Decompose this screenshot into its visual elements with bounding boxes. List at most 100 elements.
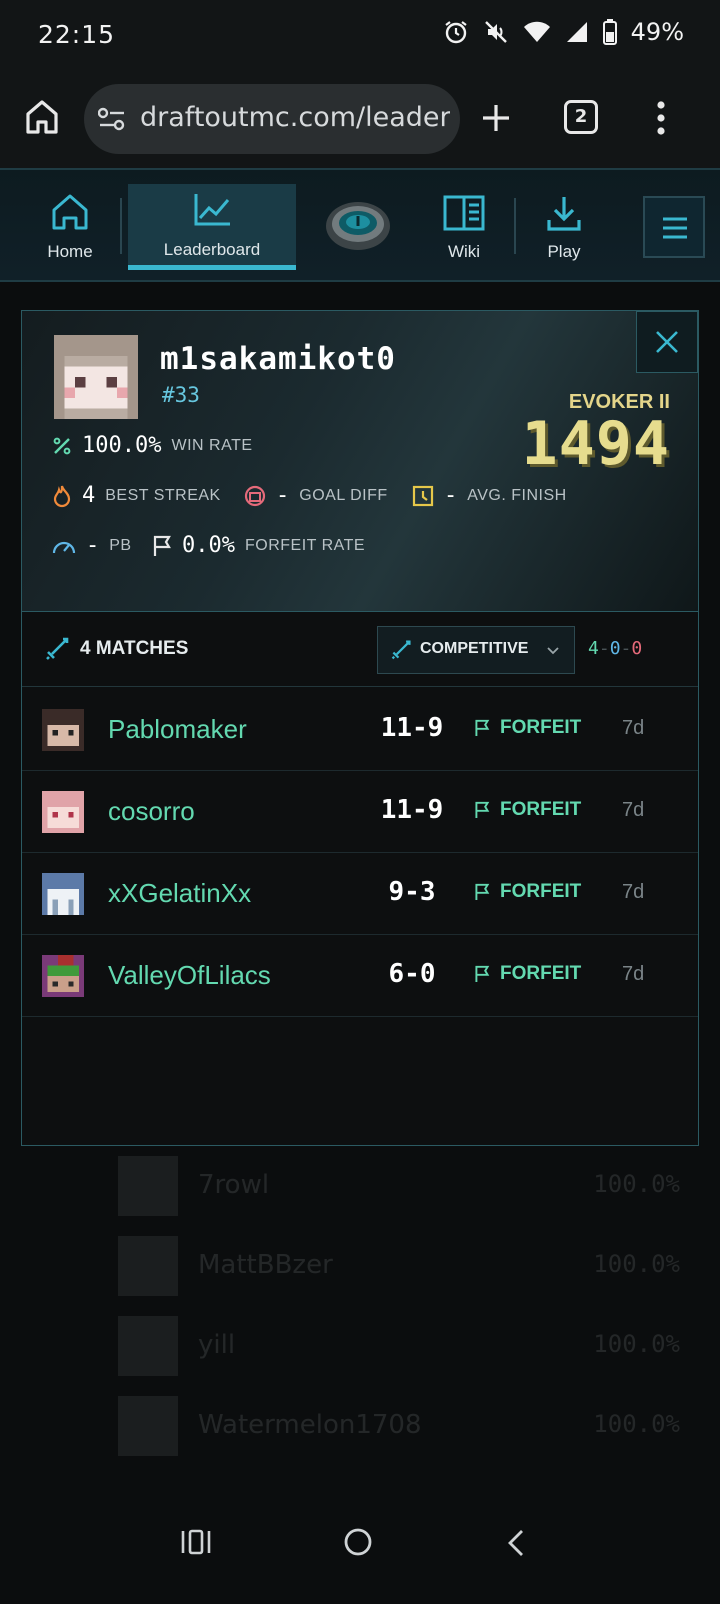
flame-icon <box>53 485 71 507</box>
recent-apps-icon[interactable] <box>180 1528 212 1556</box>
close-button[interactable] <box>636 311 698 373</box>
status-time: 22:15 <box>38 20 116 49</box>
clock-icon <box>412 485 434 506</box>
avatar <box>118 1316 178 1376</box>
nav-item-wiki[interactable]: Wiki <box>424 170 504 280</box>
avatar <box>118 1396 178 1456</box>
back-icon[interactable] <box>506 1528 526 1558</box>
more-menu-icon[interactable] <box>656 100 666 136</box>
opponent-name[interactable]: xXGelatinXx <box>108 878 251 909</box>
url-text[interactable]: draftoutmc.com/leaderb <box>140 102 450 133</box>
nav-separator <box>514 198 516 254</box>
flag-icon <box>475 801 490 818</box>
battery-percent: 49% <box>630 18 684 46</box>
goal-icon <box>244 485 266 506</box>
stat-goal-diff: - GOAL DIFF <box>244 483 388 508</box>
home-button-icon[interactable] <box>342 1526 374 1558</box>
tab-count: 2 <box>574 106 588 127</box>
sword-icon <box>46 637 69 660</box>
flag-icon <box>475 719 490 736</box>
profile-header: m1sakamikot0 #33 EVOKER II 1494 100.0% W… <box>22 311 698 611</box>
system-nav-bar <box>0 1484 720 1604</box>
avatar <box>42 709 84 751</box>
player-name: m1sakamikot0 <box>160 341 396 377</box>
home-outline-icon <box>52 194 88 230</box>
list-item: MattBBzer 100.0% <box>40 1228 680 1308</box>
match-score: 11-9 <box>380 713 444 743</box>
matches-count: 4 MATCHES <box>80 638 189 659</box>
stat-best-streak: 4 BEST STREAK <box>52 483 221 508</box>
hamburger-menu-button[interactable] <box>643 196 705 258</box>
list-item: Watermelon1708 100.0% <box>40 1388 680 1468</box>
match-result: FORFEIT <box>474 881 581 903</box>
player-rank: #33 <box>162 383 200 407</box>
match-score: 11-9 <box>380 795 444 825</box>
opponent-name[interactable]: ValleyOfLilacs <box>108 960 271 991</box>
nav-active-indicator <box>128 265 296 270</box>
table-row[interactable]: cosorro 11-9 FORFEIT 7d <box>22 771 698 853</box>
stat-forfeit-rate: 0.0% FORFEIT RATE <box>152 533 365 558</box>
mode-select-value: COMPETITIVE <box>420 640 529 657</box>
flag-icon <box>153 535 171 556</box>
signal-icon <box>566 22 587 42</box>
hamburger-icon <box>663 217 687 239</box>
percent-icon <box>53 437 71 454</box>
flag-icon <box>475 965 490 982</box>
record-separator: - <box>620 638 632 659</box>
table-row[interactable]: Pablomaker 11-9 FORFEIT 7d <box>22 689 698 771</box>
site-logo[interactable] <box>322 170 394 280</box>
opponent-name[interactable]: cosorro <box>108 796 195 827</box>
match-result: FORFEIT <box>474 717 581 739</box>
status-icons: 49% <box>443 18 684 46</box>
match-result: FORFEIT <box>474 799 581 821</box>
flag-icon <box>475 883 490 900</box>
match-score: 9-3 <box>388 877 436 907</box>
nav-separator <box>120 198 122 254</box>
match-age: 7d <box>622 799 645 821</box>
match-age: 7d <box>622 717 645 739</box>
match-score: 6-0 <box>388 959 436 989</box>
record-losses: 0 <box>631 638 643 659</box>
avatar <box>118 1236 178 1296</box>
site-nav: Home Leaderboard Wiki Play <box>0 168 720 282</box>
mode-select[interactable]: COMPETITIVE <box>377 626 575 674</box>
download-icon <box>547 197 581 231</box>
avatar <box>54 335 138 419</box>
record-separator: - <box>598 638 610 659</box>
chevron-down-icon <box>547 647 559 655</box>
book-open-icon <box>443 195 485 231</box>
avatar <box>118 1156 178 1216</box>
address-bar[interactable]: draftoutmc.com/leaderb <box>84 84 460 154</box>
mute-icon <box>484 21 507 43</box>
matches-header: 4 MATCHES COMPETITIVE 4-0-0 <box>22 611 698 687</box>
new-tab-icon[interactable] <box>480 102 512 134</box>
match-age: 7d <box>622 963 645 985</box>
list-item: yill 100.0% <box>40 1308 680 1388</box>
wifi-icon <box>523 21 550 42</box>
home-icon[interactable] <box>24 98 60 136</box>
browser-toolbar: draftoutmc.com/leaderb 2 <box>0 72 720 168</box>
opponent-name[interactable]: Pablomaker <box>108 714 247 745</box>
speedometer-icon <box>52 541 76 553</box>
status-bar: 22:15 49% <box>0 0 720 72</box>
nav-item-home[interactable]: Home <box>30 170 110 280</box>
tab-switcher-button[interactable]: 2 <box>564 100 598 134</box>
chart-line-icon <box>194 194 230 226</box>
close-icon <box>656 331 678 353</box>
nav-label-play: Play <box>547 242 581 261</box>
nav-item-leaderboard[interactable]: Leaderboard <box>128 184 296 270</box>
win-draw-loss-record: 4-0-0 <box>588 638 642 659</box>
site-settings-icon[interactable] <box>98 107 126 131</box>
stat-win-rate: 100.0% WIN RATE <box>52 433 253 458</box>
table-row[interactable]: xXGelatinXx 9-3 FORFEIT 7d <box>22 853 698 935</box>
nav-item-play[interactable]: Play <box>524 170 604 280</box>
table-row[interactable]: ValleyOfLilacs 6-0 FORFEIT 7d <box>22 935 698 1017</box>
nav-label-home: Home <box>47 242 93 261</box>
elo-rating: 1494 <box>521 409 670 479</box>
stat-avg-finish: - AVG. FINISH <box>412 483 567 508</box>
avatar <box>42 873 84 915</box>
match-age: 7d <box>622 881 645 903</box>
alarm-icon <box>444 21 467 44</box>
record-draws: 0 <box>609 638 621 659</box>
stat-pb: - PB <box>52 533 132 558</box>
